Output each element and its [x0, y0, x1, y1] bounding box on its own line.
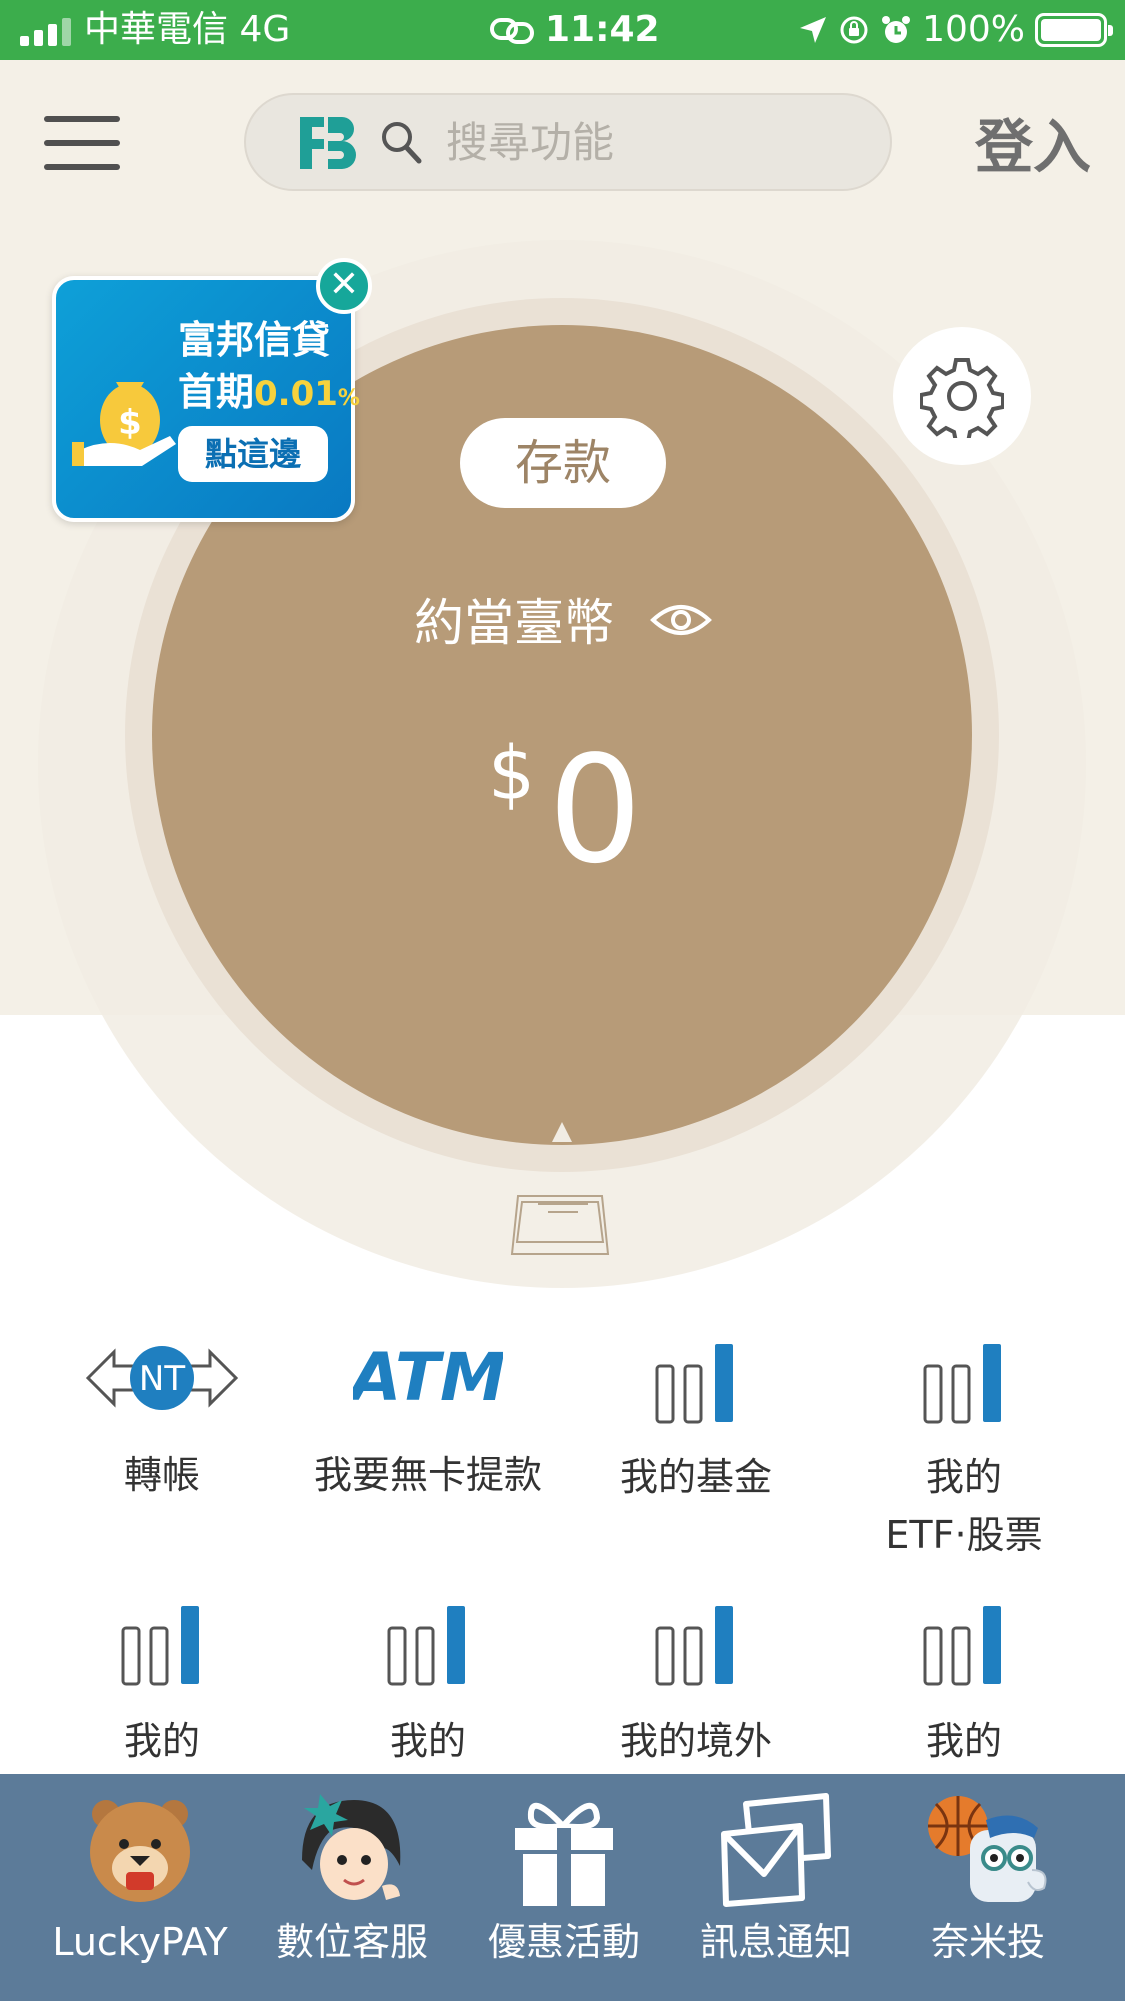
bar-chart-icon: [923, 1344, 1001, 1424]
fubon-logo-icon: [300, 117, 356, 169]
tab-label-digital-service: 數位客服: [275, 1920, 428, 1964]
location-arrow-icon: [800, 17, 827, 43]
currency-symbol: $: [488, 731, 536, 817]
balance-value: 0: [548, 724, 643, 896]
grid-item-my-fund[interactable]: 我的基金: [562, 1330, 830, 1580]
grid-item-my-3[interactable]: 我的: [830, 1594, 1098, 1774]
menu-line: [44, 140, 120, 146]
grid-label-my-fund: 我的基金: [619, 1455, 772, 1499]
signal-icon: [20, 18, 71, 46]
card-stack-icon[interactable]: [508, 1190, 614, 1256]
promo-prefix: 首期: [178, 370, 255, 414]
gear-icon: [920, 358, 1004, 438]
tab-luckypay[interactable]: LuckyPAY: [34, 1774, 246, 2001]
tab-label-promotions: 優惠活動: [487, 1920, 640, 1964]
tab-notifications[interactable]: 訊息通知: [670, 1774, 882, 2001]
grid-item-my-2[interactable]: 我的: [294, 1594, 562, 1774]
atm-text: ATM: [353, 1342, 503, 1412]
grid-label-atm: 我要無卡提款: [313, 1453, 542, 1497]
grid-label-my-offshore: 我的境外: [619, 1719, 772, 1763]
menu-line: [44, 164, 120, 170]
money-bag-hand-icon: $: [72, 382, 176, 466]
bar-chart-icon: [387, 1606, 465, 1686]
grid-label-my-2: 我的: [389, 1719, 466, 1763]
bar-chart-icon: [121, 1606, 199, 1686]
nt-label: NT: [139, 1359, 185, 1399]
tab-nano-invest[interactable]: 奈米投: [882, 1774, 1094, 2001]
battery-fill: [1041, 19, 1101, 41]
login-button[interactable]: 登入: [975, 112, 1091, 182]
envelope-icon: [721, 1793, 831, 1907]
promo-title: 富邦信貸: [178, 318, 331, 362]
carrier-label: 中華電信 4G: [84, 9, 291, 50]
grid-label-my-etf-stock: 我的 ETF‧股票: [885, 1455, 1043, 1557]
bar-chart-icon: [655, 1606, 733, 1686]
close-icon: ✕: [328, 264, 360, 305]
hamburger-menu-button[interactable]: [44, 116, 120, 172]
settings-button[interactable]: [893, 327, 1031, 465]
gift-icon: [515, 1803, 613, 1906]
grid-item-transfer[interactable]: NT 轉帳: [28, 1330, 296, 1580]
hotspot-link-icon: [490, 18, 534, 44]
basketball-robot-icon: [928, 1796, 1047, 1902]
tab-digital-service[interactable]: 數位客服: [246, 1774, 458, 2001]
search-icon: [382, 122, 422, 164]
search-placeholder: 搜尋功能: [446, 118, 615, 167]
clock: 11:42: [545, 9, 660, 50]
promo-cta-button[interactable]: 點這邊: [178, 426, 328, 482]
battery-icon: [1035, 13, 1113, 47]
menu-line: [44, 116, 120, 122]
svg-text:$: $: [118, 403, 142, 443]
grid-item-cardless-atm[interactable]: ATM 我要無卡提款: [294, 1330, 562, 1580]
grid-label-transfer: 轉帳: [123, 1453, 200, 1497]
nt-transfer-icon: NT: [85, 1346, 239, 1410]
bear-mascot-icon: [90, 1800, 190, 1902]
eye-icon[interactable]: [650, 600, 712, 640]
status-bar: 中華電信 4G 11:42 100%: [0, 0, 1125, 60]
status-right: 100%: [798, 8, 1113, 52]
battery-percent: 100%: [922, 9, 1025, 50]
tab-promotions[interactable]: 優惠活動: [458, 1774, 670, 2001]
bar-chart-icon: [923, 1606, 1001, 1686]
grid-label-my-3: 我的: [925, 1719, 1002, 1763]
loan-promo-banner[interactable]: $ 富邦信貸 首期0.01% 點這邊: [52, 276, 360, 522]
tab-label-luckypay: LuckyPAY: [52, 1920, 228, 1964]
promo-rate-unit: %: [337, 386, 360, 411]
grid-item-my-1[interactable]: 我的: [28, 1594, 296, 1774]
service-girl-icon: [302, 1794, 401, 1900]
grid-label-my-1: 我的: [123, 1719, 200, 1763]
promo-rate: 0.01: [254, 374, 338, 414]
bottom-tab-bar: LuckyPAY 數位客服 優惠活動 訊息通知 奈米投: [0, 1774, 1125, 2001]
disc-pointer: [552, 1122, 572, 1142]
account-type-tab[interactable]: 存款: [460, 418, 666, 508]
alarm-icon: [882, 16, 911, 43]
app-header: 搜尋功能 登入: [0, 60, 1125, 235]
grid-item-my-etf-stock[interactable]: 我的 ETF‧股票: [830, 1330, 1098, 1580]
search-bar[interactable]: 搜尋功能: [244, 93, 892, 191]
close-promo-button[interactable]: ✕: [316, 258, 372, 314]
tab-label-notifications: 訊息通知: [699, 1920, 852, 1964]
bar-chart-icon: [655, 1344, 733, 1424]
atm-icon: ATM: [353, 1342, 503, 1412]
tab-label-nano-invest: 奈米投: [930, 1920, 1045, 1964]
rotation-lock-icon: [840, 16, 868, 44]
grid-item-my-offshore[interactable]: 我的境外: [562, 1594, 830, 1774]
promo-subtitle: 首期0.01%: [178, 368, 360, 423]
balance-label: 約當臺幣: [414, 594, 614, 652]
